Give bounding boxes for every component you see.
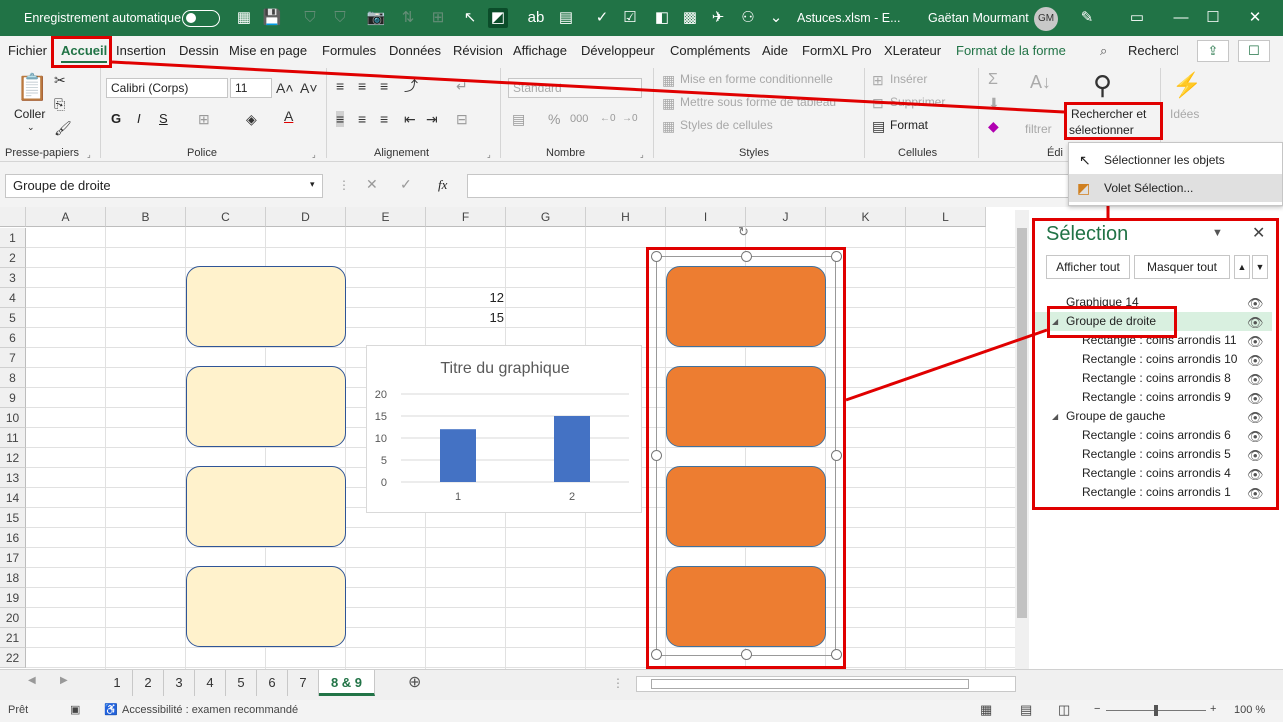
find-select-menu: ↖ Sélectionner les objets ◩ Volet Sélect…: [1068, 142, 1283, 206]
menu-item-label: Volet Sélection...: [1104, 181, 1194, 195]
highlight-pane: [1032, 218, 1279, 510]
menu-item-selection-pane[interactable]: ◩ Volet Sélection...: [1069, 174, 1282, 202]
menu-item-label: Sélectionner les objets: [1104, 153, 1225, 167]
menu-item-select-objects[interactable]: ↖ Sélectionner les objets: [1069, 146, 1282, 174]
selection-pane-icon: ◩: [1077, 180, 1091, 196]
highlight-pane-item: [1047, 306, 1177, 338]
cursor-icon: ↖: [1079, 152, 1091, 168]
